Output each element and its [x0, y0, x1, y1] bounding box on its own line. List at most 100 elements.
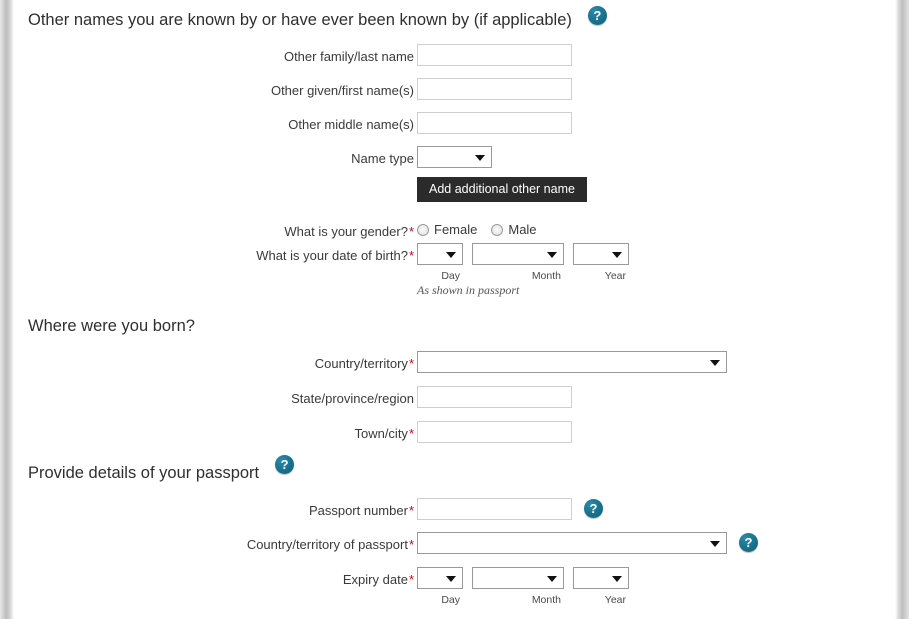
help-icon[interactable]: ?: [587, 6, 607, 25]
expiry-date-group: Day Month Year: [417, 567, 629, 606]
birth-country-select[interactable]: [417, 351, 727, 373]
page-right-edge-shadow: [895, 0, 909, 619]
required-marker: *: [408, 356, 414, 371]
help-icon[interactable]: ?: [739, 533, 758, 552]
field-row-date-of-birth: What is your date of birth?* Day Month Y…: [14, 243, 895, 298]
gender-option-male-label: Male: [508, 222, 537, 237]
other-family-name-label: Other family/last name: [283, 49, 414, 64]
radio-icon[interactable]: [491, 223, 504, 236]
dob-month-select[interactable]: [472, 243, 564, 265]
other-given-names-label: Other given/first name(s): [270, 83, 414, 98]
dropdown-arrow-icon: [710, 360, 720, 366]
field-row-passport-number: Passport number* ?: [14, 498, 895, 520]
required-marker: *: [408, 503, 414, 518]
birth-town-control: [417, 421, 572, 443]
dropdown-arrow-icon: [612, 252, 622, 258]
birth-state-label: State/province/region: [291, 391, 414, 406]
gender-label: What is your gender?*: [14, 219, 414, 240]
date-of-birth-hint: As shown in passport: [417, 283, 520, 297]
radio-icon[interactable]: [417, 223, 429, 236]
dropdown-arrow-icon: [446, 252, 456, 258]
expiry-date-label-text: Expiry date: [342, 572, 408, 587]
help-icon[interactable]: ?: [275, 455, 295, 474]
gender-option-male[interactable]: Male: [491, 222, 537, 237]
passport-section-header: Provide details of your passport ?: [14, 455, 895, 483]
expiry-month-select[interactable]: [472, 567, 564, 589]
add-other-name-control: Add additional other name: [417, 177, 587, 202]
field-row-birth-state: State/province/region: [14, 386, 895, 408]
other-names-heading: Other names you are known by or have eve…: [28, 11, 572, 29]
date-of-birth-group: Day Month Year: [417, 243, 629, 282]
gender-option-female[interactable]: Female: [417, 222, 477, 237]
birth-town-input[interactable]: [417, 421, 572, 443]
gender-radio-group: Female Male: [417, 219, 551, 237]
passport-country-select[interactable]: [417, 532, 727, 554]
dob-month-cell: Month: [472, 243, 564, 282]
birth-country-control: [417, 351, 727, 373]
other-family-name-control: [417, 44, 572, 66]
other-middle-names-label: Other middle name(s): [288, 117, 414, 132]
field-row-other-family-name: Other family/last name: [14, 44, 895, 66]
add-other-name-spacer: [14, 177, 414, 182]
dob-day-cell: Day: [417, 243, 463, 282]
field-row-name-type: Name type: [14, 146, 895, 168]
page-left-edge-shadow: [0, 0, 14, 619]
dropdown-arrow-icon: [547, 252, 557, 258]
other-given-names-control: [417, 78, 572, 100]
field-row-birth-town: Town/city*: [14, 421, 895, 443]
form-page: Other names you are known by or have eve…: [14, 0, 895, 619]
date-of-birth-control: Day Month Year As shown in passport: [417, 243, 629, 298]
passport-number-control: ?: [417, 498, 603, 520]
birth-country-label-text: Country/territory: [314, 356, 408, 371]
birth-country-label: Country/territory*: [14, 351, 414, 372]
passport-number-input[interactable]: [417, 498, 572, 520]
other-middle-names-input[interactable]: [417, 112, 572, 134]
field-row-expiry-date: Expiry date* Day Month Year: [14, 567, 895, 606]
birth-state-input[interactable]: [417, 386, 572, 408]
expiry-month-caption: Month: [531, 594, 561, 606]
dob-day-caption: Day: [441, 270, 460, 282]
field-row-passport-country: Country/territory of passport* ?: [14, 532, 895, 554]
field-row-birth-country: Country/territory*: [14, 351, 895, 373]
passport-country-label-text: Country/territory of passport: [246, 537, 408, 552]
gender-option-female-label: Female: [434, 222, 478, 237]
birth-town-label-text: Town/city: [354, 426, 408, 441]
expiry-year-select[interactable]: [573, 567, 629, 589]
required-marker: *: [408, 224, 414, 239]
dob-day-select[interactable]: [417, 243, 463, 265]
dropdown-arrow-icon: [710, 541, 720, 547]
field-row-other-middle-names: Other middle name(s): [14, 112, 895, 134]
dropdown-arrow-icon: [612, 576, 622, 582]
gender-control: Female Male: [417, 219, 551, 237]
dropdown-arrow-icon: [446, 576, 456, 582]
name-type-label: Name type: [351, 151, 414, 166]
other-middle-names-control: [417, 112, 572, 134]
date-of-birth-label-text: What is your date of birth?: [256, 248, 408, 263]
birth-town-label: Town/city*: [14, 421, 414, 442]
field-row-gender: What is your gender?* Female Male: [14, 219, 895, 240]
help-icon[interactable]: ?: [584, 499, 603, 518]
date-of-birth-label: What is your date of birth?*: [14, 243, 414, 264]
required-marker: *: [408, 248, 414, 263]
expiry-date-label: Expiry date*: [14, 567, 414, 588]
name-type-select[interactable]: [417, 146, 492, 168]
passport-heading: Provide details of your passport: [28, 464, 260, 482]
field-row-add-other-name: Add additional other name: [14, 177, 895, 202]
dob-year-caption: Year: [604, 270, 626, 282]
dob-year-select[interactable]: [573, 243, 629, 265]
other-names-section-header: Other names you are known by or have eve…: [14, 6, 895, 30]
gender-label-text: What is your gender?: [284, 224, 408, 239]
other-family-name-input[interactable]: [417, 44, 572, 66]
add-additional-other-name-button[interactable]: Add additional other name: [417, 177, 587, 202]
birth-state-control: [417, 386, 572, 408]
required-marker: *: [408, 537, 414, 552]
expiry-day-select[interactable]: [417, 567, 463, 589]
field-row-other-given-names: Other given/first name(s): [14, 78, 895, 100]
other-given-names-input[interactable]: [417, 78, 572, 100]
dob-month-caption: Month: [531, 270, 561, 282]
required-marker: *: [408, 426, 414, 441]
expiry-day-caption: Day: [441, 594, 460, 606]
dropdown-arrow-icon: [547, 576, 557, 582]
birthplace-heading: Where were you born?: [28, 317, 195, 335]
birthplace-section-header: Where were you born?: [14, 316, 895, 336]
